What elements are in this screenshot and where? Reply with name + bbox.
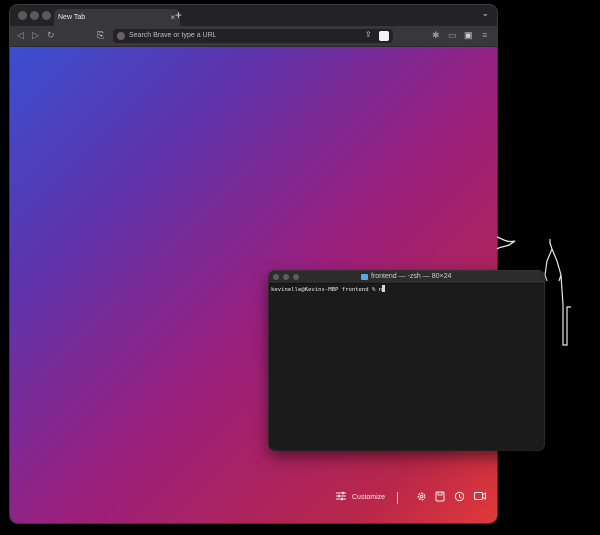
menu-icon[interactable]: ≡ [482, 28, 487, 42]
address-bar[interactable]: Search Brave or type a URL ⇪ [113, 29, 393, 43]
terminal-prompt-line[interactable]: kevinelle@Kevins-MBP frontend % n [271, 285, 386, 294]
site-info-icon[interactable] [117, 32, 125, 40]
video-icon[interactable] [474, 491, 486, 506]
new-tab-button[interactable]: + [175, 8, 182, 22]
bookmark-icon[interactable]: ⎘ [97, 28, 104, 42]
settings-icon[interactable] [416, 491, 427, 507]
reload-icon[interactable]: ↻ [47, 28, 55, 42]
divider [397, 492, 398, 504]
terminal-window[interactable]: frontend — -zsh — 80×24 kevinelle@Kevins… [269, 271, 544, 450]
terminal-title-bar[interactable]: frontend — -zsh — 80×24 [269, 271, 544, 284]
extensions-icon[interactable]: ✱ [432, 28, 440, 42]
terminal-minimize-button[interactable] [283, 274, 289, 280]
share-icon[interactable]: ⇪ [365, 30, 372, 39]
tab-new-tab[interactable]: New Tab × [54, 9, 180, 26]
terminal-prompt: kevinelle@Kevins-MBP frontend % [271, 287, 379, 293]
toolbar: ◁ ▷ ↻ ⎘ Search Brave or type a URL ⇪ ✱ ▭… [10, 26, 497, 47]
minimize-window-button[interactable] [30, 11, 39, 20]
sidebar-icon[interactable]: ▭ [448, 28, 457, 42]
terminal-cursor [382, 285, 386, 292]
close-window-button[interactable] [18, 11, 27, 20]
bookmarks-icon[interactable] [435, 491, 445, 507]
back-icon[interactable]: ◁ [17, 28, 24, 42]
brave-shields-icon[interactable] [379, 31, 389, 41]
history-icon[interactable] [454, 491, 465, 507]
sliders-icon[interactable] [336, 491, 346, 506]
zoom-window-button[interactable] [42, 11, 51, 20]
terminal-close-button[interactable] [273, 274, 279, 280]
terminal-title: frontend — -zsh — 80×24 [371, 273, 452, 280]
terminal-zoom-button[interactable] [293, 274, 299, 280]
folder-icon [361, 274, 368, 280]
address-placeholder: Search Brave or type a URL [129, 32, 217, 39]
tab-title: New Tab [58, 14, 86, 21]
forward-icon[interactable]: ▷ [32, 28, 39, 42]
customize-button[interactable]: Customize [352, 491, 385, 505]
wallet-icon[interactable]: ▣ [464, 28, 473, 42]
tab-strip: New Tab × + ⌄ [10, 5, 497, 26]
tab-search-button[interactable]: ⌄ [481, 8, 489, 19]
